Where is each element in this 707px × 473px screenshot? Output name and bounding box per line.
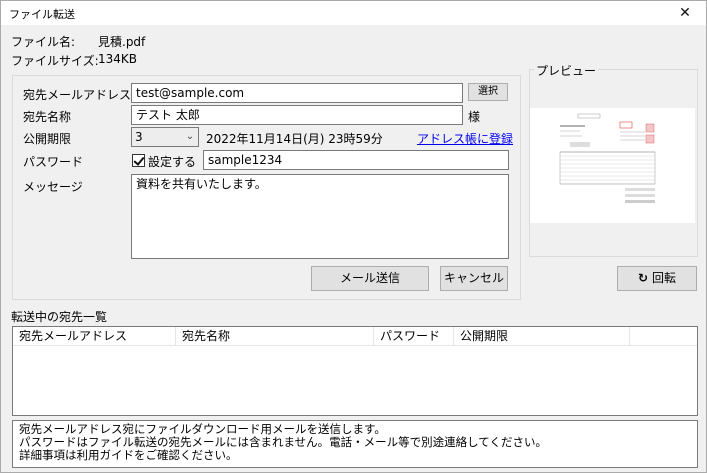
message-label: メッセージ bbox=[23, 180, 83, 194]
recipient-name-input[interactable]: テスト 太郎 bbox=[131, 105, 463, 125]
rotate-icon: ↻ bbox=[638, 271, 649, 285]
title-bar: ファイル転送 ✕ bbox=[1, 1, 706, 25]
column-header-period[interactable]: 公開期限 bbox=[454, 327, 630, 346]
send-mail-button[interactable]: メール送信 bbox=[311, 266, 429, 291]
transfer-list-title: 転送中の宛先一覧 bbox=[11, 310, 108, 324]
email-label: 宛先メールアドレス bbox=[23, 88, 132, 102]
file-transfer-window: ファイル転送 ✕ ファイル名: 見積.pdf ファイルサイズ: 134KB 宛先… bbox=[0, 0, 707, 473]
email-input[interactable]: test@sample.com bbox=[131, 83, 463, 103]
cancel-button[interactable]: キャンセル bbox=[440, 266, 508, 291]
file-size-value: 134KB bbox=[98, 52, 138, 66]
password-label: パスワード bbox=[23, 155, 84, 169]
file-name-value: 見積.pdf bbox=[98, 35, 146, 49]
info-line-3: 詳細事項は利用ガイドをご確認ください。 bbox=[19, 448, 238, 462]
file-size-label: ファイルサイズ: bbox=[11, 54, 99, 68]
rotate-button-label: 回転 bbox=[651, 271, 676, 285]
period-label: 公開期限 bbox=[23, 132, 72, 146]
password-input[interactable]: sample1234 bbox=[203, 150, 509, 170]
file-name-label: ファイル名: bbox=[11, 35, 76, 49]
honorific-label: 様 bbox=[468, 110, 481, 124]
address-book-link[interactable]: アドレス帳に登録 bbox=[417, 130, 513, 147]
transfer-list-header: 宛先メールアドレス 宛先名称 パスワード 公開期限 bbox=[13, 327, 697, 346]
column-header-password[interactable]: パスワード bbox=[374, 327, 454, 346]
close-icon[interactable]: ✕ bbox=[670, 2, 700, 24]
transfer-list[interactable]: 宛先メールアドレス 宛先名称 パスワード 公開期限 bbox=[12, 326, 698, 416]
period-date: 2022年11月14日(月) 23時59分 bbox=[206, 132, 383, 146]
preview-label: プレビュー bbox=[534, 62, 599, 79]
column-header-email[interactable]: 宛先メールアドレス bbox=[13, 327, 176, 346]
recipient-name-label: 宛先名称 bbox=[23, 110, 72, 124]
pdf-preview-image bbox=[530, 108, 695, 223]
document-thumbnail-icon bbox=[530, 108, 695, 223]
period-select-value: 3 bbox=[135, 130, 143, 144]
chevron-down-icon[interactable]: ⌄ bbox=[182, 128, 198, 146]
column-header-name[interactable]: 宛先名称 bbox=[176, 327, 374, 346]
window-title: ファイル転送 bbox=[9, 8, 75, 21]
select-button[interactable]: 選択 bbox=[468, 83, 508, 101]
info-box: 宛先メールアドレス宛にファイルダウンロード用メールを送信します。 パスワードはフ… bbox=[12, 420, 698, 468]
password-checkbox[interactable] bbox=[132, 154, 145, 167]
rotate-button[interactable]: ↻ 回転 bbox=[617, 266, 697, 291]
period-select[interactable]: 3 ⌄ bbox=[131, 127, 199, 147]
message-textarea[interactable]: 資料を共有いたします。 bbox=[131, 174, 509, 259]
password-checkbox-label[interactable]: 設定する bbox=[148, 153, 196, 170]
